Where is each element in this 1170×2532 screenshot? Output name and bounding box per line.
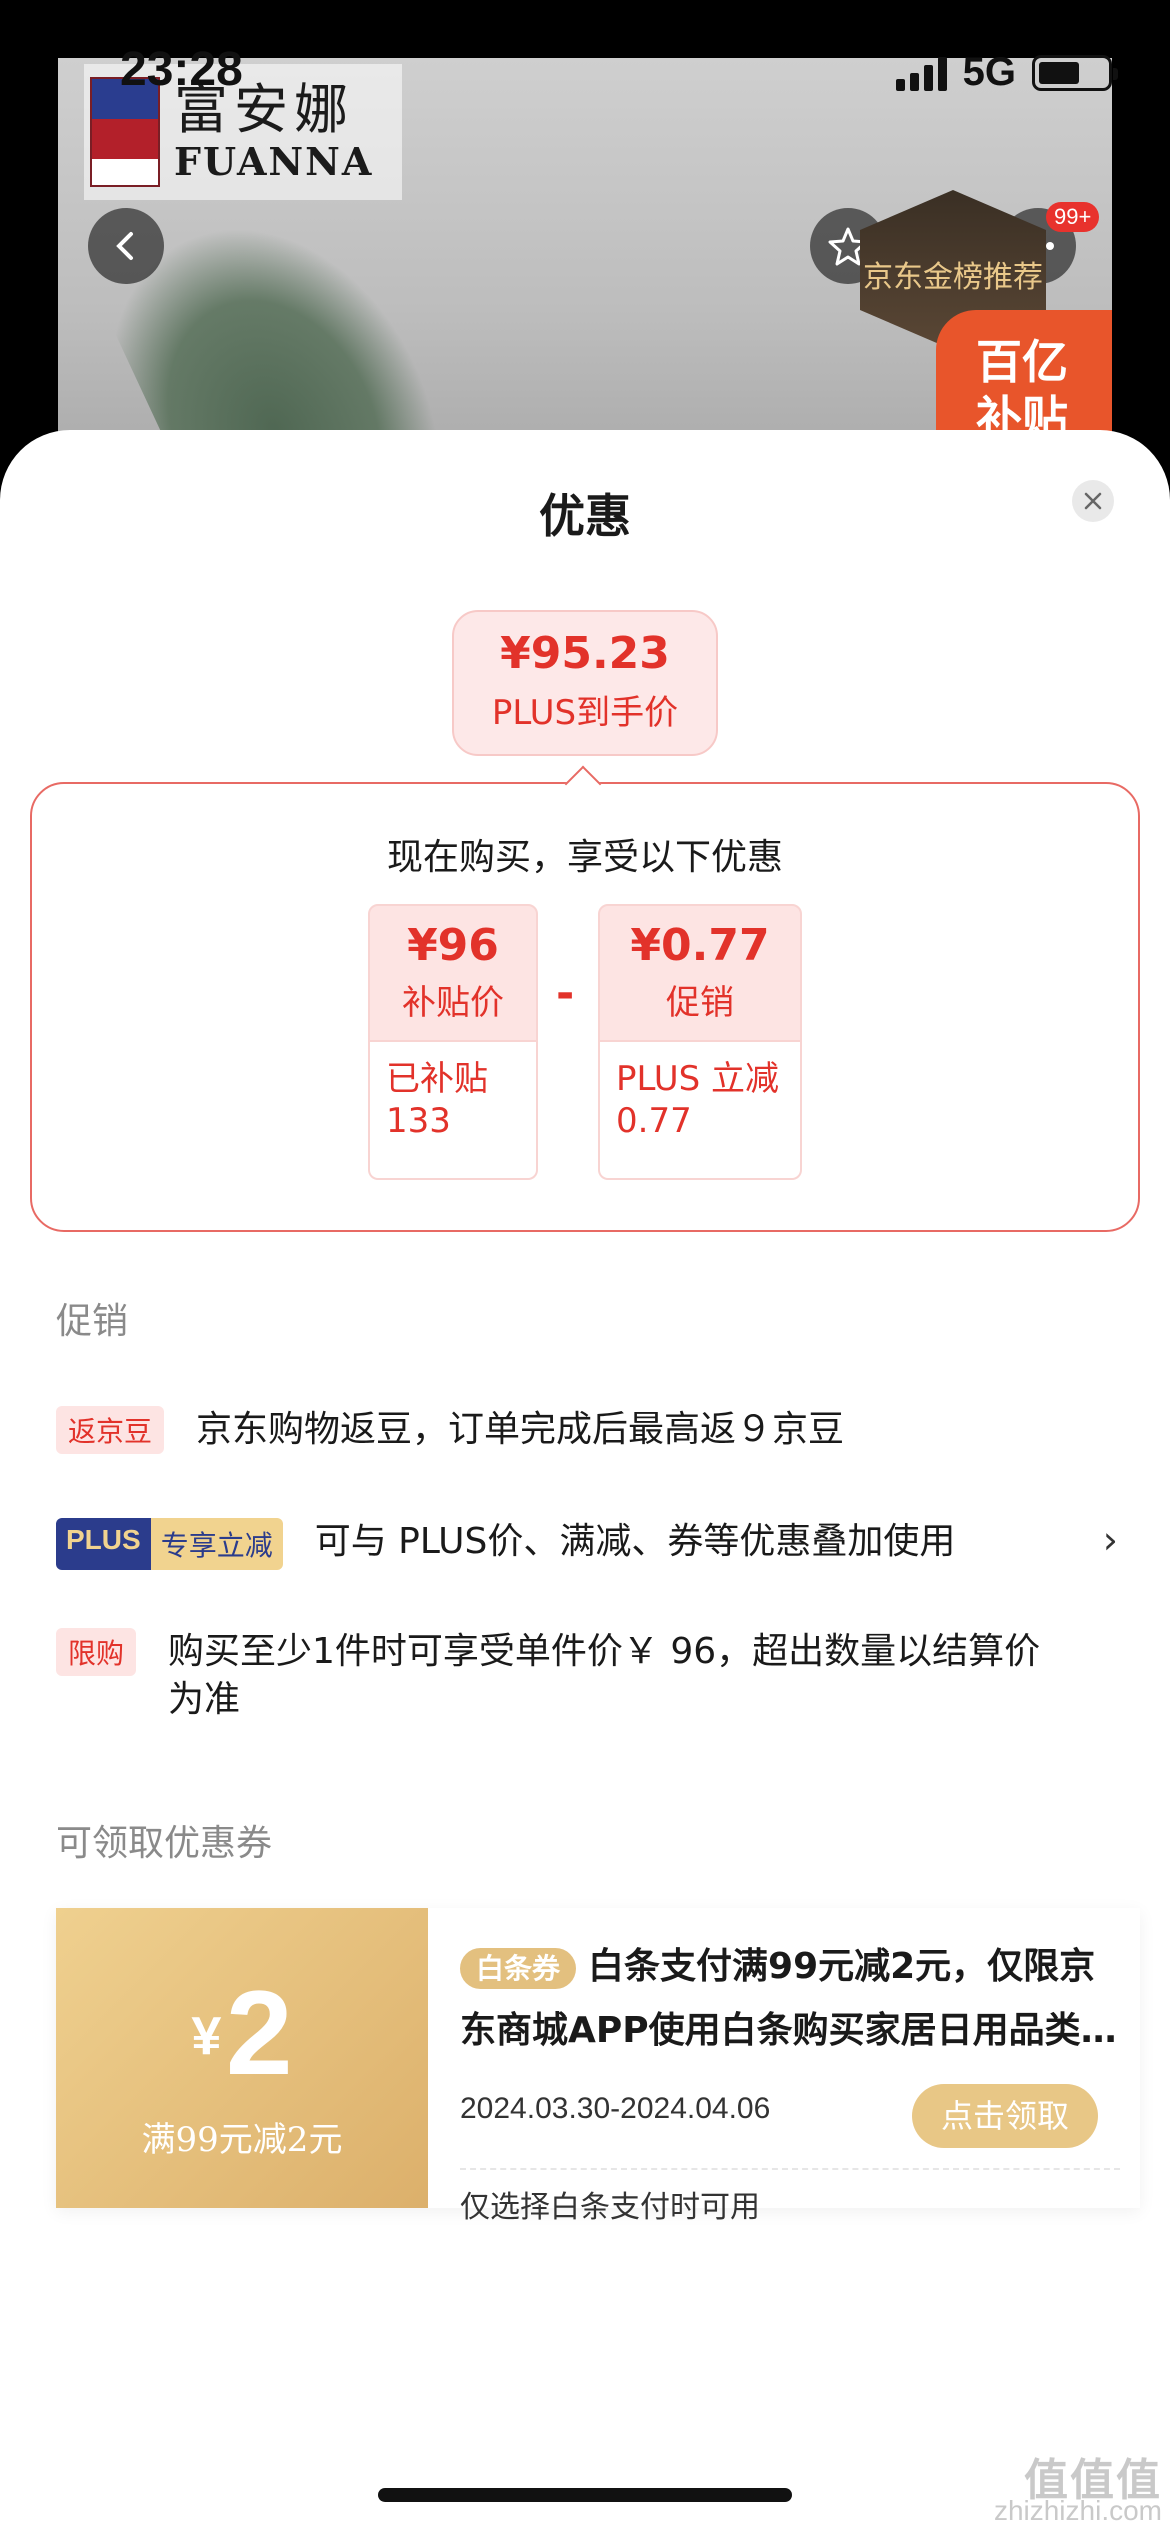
final-price-label: PLUS到手价 bbox=[491, 693, 679, 733]
watermark-site: zhizhizhi.com bbox=[993, 2495, 1162, 2526]
final-price-box: ¥95.23 PLUS到手价 bbox=[452, 610, 718, 756]
notification-badge: 99+ bbox=[1046, 202, 1100, 232]
promotion-card: ¥0.77 促销 PLUS 立减 0.77 bbox=[598, 904, 802, 1180]
close-button[interactable] bbox=[1072, 480, 1114, 522]
coupon-date: 2024.03.30-2024.04.06 bbox=[460, 2092, 771, 2125]
promo-text: 可与 PLUS价、满减、券等优惠叠加使用 bbox=[314, 1521, 956, 1562]
network-label: 5G bbox=[962, 50, 1016, 94]
plus-tag-label: PLUS bbox=[56, 1518, 151, 1570]
chevron-left-icon bbox=[116, 232, 133, 260]
watermark: 值值值 zhizhizhi.com bbox=[993, 2456, 1162, 2526]
card-detail-line1: 已补贴 bbox=[386, 1059, 488, 1099]
subsidy-price-card: ¥96 补贴价 已补贴 133 bbox=[368, 904, 538, 1180]
plus-tag: PLUS 专享立减 bbox=[56, 1518, 283, 1570]
close-icon bbox=[1084, 492, 1102, 510]
promo-text: 京东购物返豆，订单完成后最高返９京豆 bbox=[196, 1409, 845, 1450]
watermark-logo: 值值值 bbox=[1024, 2456, 1162, 2505]
card-label: 补贴价 bbox=[402, 983, 504, 1023]
card-label: 促销 bbox=[666, 983, 734, 1023]
card-value: ¥96 bbox=[407, 920, 499, 971]
plus-tag-sublabel: 专享立减 bbox=[150, 1518, 283, 1570]
coupon-currency: ¥ bbox=[191, 2006, 222, 2066]
price-breakdown: 现在购买，享受以下优惠 ¥96 补贴价 已补贴 133 - ¥0.77 促销 P… bbox=[30, 782, 1140, 1232]
coupon-condition: 满99元减2元 bbox=[141, 2120, 343, 2160]
status-time: 23:28 bbox=[120, 43, 243, 96]
coupon-value-panel: ¥ 2 满99元减2元 bbox=[56, 1908, 428, 2208]
card-detail-line1: PLUS 立减 bbox=[616, 1059, 780, 1099]
sheet-title: 优惠 bbox=[539, 489, 631, 543]
status-icons: 5G bbox=[895, 50, 1118, 95]
battery-icon bbox=[1032, 54, 1118, 91]
coupons-heading: 可领取优惠券 bbox=[56, 1823, 273, 1864]
back-button[interactable] bbox=[88, 208, 164, 284]
promotions-heading: 促销 bbox=[56, 1301, 129, 1342]
coupon-details: 白条券 白条支付满99元减2元，仅限京东商城APP使用白条购买家居日用品类… 20… bbox=[460, 1936, 1120, 2225]
promo-item-plus[interactable]: PLUS 专享立减 可与 PLUS价、满减、券等优惠叠加使用 › bbox=[56, 1518, 1130, 1570]
subsidy-tag: 百亿补贴 bbox=[936, 310, 1112, 450]
home-indicator[interactable] bbox=[378, 2488, 792, 2502]
card-detail-line2: 133 bbox=[386, 1101, 451, 1141]
promo-item-jingdou: 返京豆 京东购物返豆，订单完成后最高返９京豆 bbox=[56, 1406, 1130, 1454]
coupon-tag: 白条券 bbox=[460, 1948, 577, 1989]
coupon-title: 白条券 白条支付满99元减2元，仅限京东商城APP使用白条购买家居日用品类… bbox=[460, 1936, 1120, 2060]
chevron-right-icon: › bbox=[1102, 1518, 1118, 1562]
brand-name-en: FUANNA bbox=[174, 139, 374, 184]
promo-tag: 返京豆 bbox=[56, 1406, 165, 1454]
claim-coupon-button[interactable]: 点击领取 bbox=[912, 2084, 1098, 2148]
coupon-card: ¥ 2 满99元减2元 白条券 白条支付满99元减2元，仅限京东商城APP使用白条… bbox=[56, 1908, 1140, 2225]
promo-item-limit: 限购 购买至少1件时可享受单件价￥ 96，超出数量以结算价为准 bbox=[56, 1628, 1130, 1724]
card-value: ¥0.77 bbox=[630, 920, 770, 971]
card-detail-line2: 0.77 bbox=[616, 1101, 692, 1141]
minus-operator: - bbox=[556, 968, 575, 1019]
promo-tag: 限购 bbox=[56, 1628, 137, 1676]
divider bbox=[460, 2168, 1120, 2170]
signal-icon bbox=[895, 55, 947, 91]
breakdown-title: 现在购买，享受以下优惠 bbox=[386, 837, 783, 878]
final-price-amount: ¥95.23 bbox=[500, 628, 670, 679]
promo-text: 购买至少1件时可享受单件价￥ 96，超出数量以结算价为准 bbox=[168, 1631, 1041, 1720]
coupon-amount: 2 bbox=[225, 1966, 293, 2100]
coupon-note: 仅选择白条支付时可用 bbox=[460, 2190, 760, 2225]
